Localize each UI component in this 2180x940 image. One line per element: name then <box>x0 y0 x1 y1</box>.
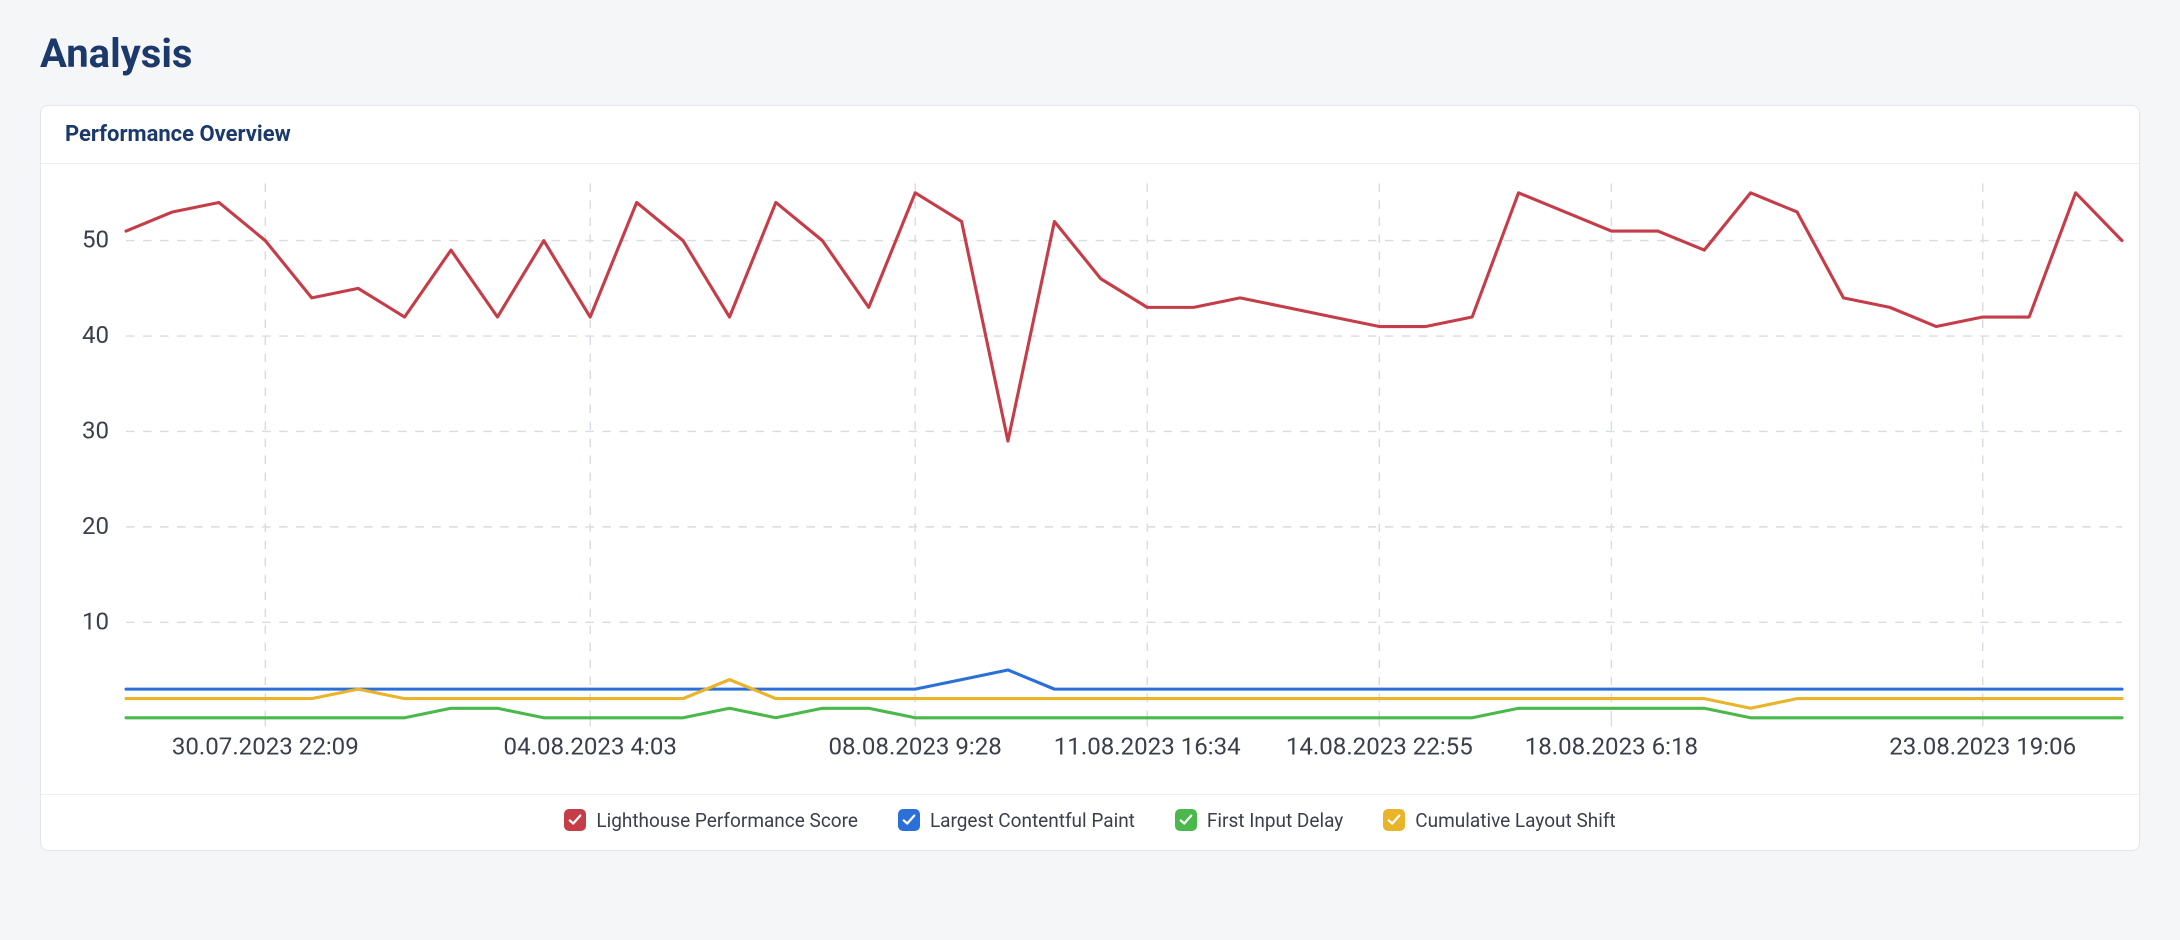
svg-text:04.08.2023 4:03: 04.08.2023 4:03 <box>504 733 677 761</box>
svg-text:40: 40 <box>82 321 109 349</box>
page-title: Analysis <box>40 30 2140 77</box>
svg-text:08.08.2023 9:28: 08.08.2023 9:28 <box>828 733 1001 761</box>
series-lighthouse-performance-score <box>126 193 2122 441</box>
legend-item-first-input-delay[interactable]: First Input Delay <box>1175 809 1343 832</box>
svg-text:30.07.2023 22:09: 30.07.2023 22:09 <box>172 733 359 761</box>
svg-text:23.08.2023 19:06: 23.08.2023 19:06 <box>1889 733 2076 761</box>
legend-label: Cumulative Layout Shift <box>1415 809 1615 832</box>
svg-text:10: 10 <box>82 607 109 635</box>
legend-swatch-icon <box>1175 809 1197 831</box>
series-cumulative-layout-shift <box>126 680 2122 709</box>
performance-card: Performance Overview 10 20 30 40 50 30.07.202… <box>40 105 2140 851</box>
legend-swatch-icon <box>1383 809 1405 831</box>
legend-swatch-icon <box>564 809 586 831</box>
legend-item-cumulative-layout-shift[interactable]: Cumulative Layout Shift <box>1383 809 1615 832</box>
svg-text:50: 50 <box>82 226 109 254</box>
svg-text:20: 20 <box>82 512 109 540</box>
series-largest-contentful-paint <box>126 670 2122 689</box>
chart-container: 10 20 30 40 50 30.07.2023 22:09 04.08.2023 4:0… <box>41 164 2139 795</box>
legend-item-lighthouse-performance-score[interactable]: Lighthouse Performance Score <box>564 809 858 832</box>
legend-label: Largest Contentful Paint <box>930 809 1135 832</box>
series-first-input-delay <box>126 708 2122 717</box>
legend-item-largest-contentful-paint[interactable]: Largest Contentful Paint <box>898 809 1135 832</box>
performance-chart[interactable]: 10 20 30 40 50 30.07.2023 22:09 04.08.2023 4:0… <box>41 172 2139 782</box>
svg-text:30: 30 <box>82 417 109 445</box>
legend-label: First Input Delay <box>1207 809 1343 832</box>
svg-text:14.08.2023 22:55: 14.08.2023 22:55 <box>1286 733 1473 761</box>
legend-swatch-icon <box>898 809 920 831</box>
svg-text:11.08.2023 16:34: 11.08.2023 16:34 <box>1054 733 1241 761</box>
legend-label: Lighthouse Performance Score <box>596 809 858 832</box>
page-root: Analysis Performance Overview 10 20 30 40 50… <box>0 0 2180 891</box>
card-title: Performance Overview <box>41 106 2139 164</box>
svg-text:18.08.2023 6:18: 18.08.2023 6:18 <box>1525 733 1698 761</box>
chart-legend: Lighthouse Performance Score Largest Cont… <box>41 795 2139 850</box>
